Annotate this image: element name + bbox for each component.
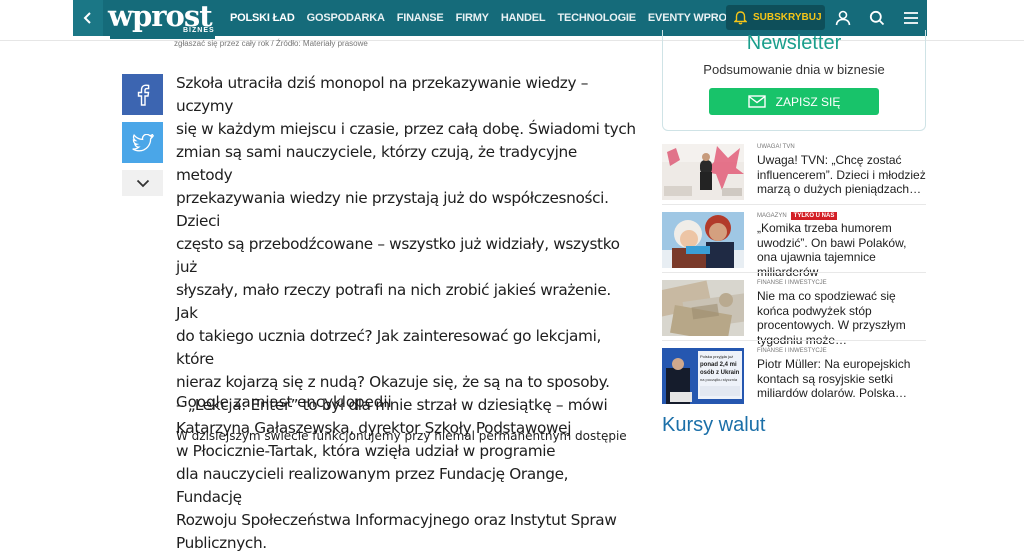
nav-item-technologie[interactable]: TECHNOLOGIE [557, 12, 636, 24]
chevron-left-icon [83, 12, 91, 24]
exclusive-badge: TYLKO U NAS [790, 212, 838, 220]
menu-button[interactable] [896, 3, 926, 33]
back-button[interactable] [73, 0, 103, 36]
related-thumbnail [662, 212, 744, 268]
related-article[interactable]: FINANSE I INWESTYCJE Nie ma co spodziewa… [662, 280, 926, 347]
related-article[interactable]: Polska przyjęła już ponad 2,4 mi osób z … [662, 348, 926, 406]
article-line: zmian są sami nauczyciele, którzy czują,… [176, 143, 577, 184]
related-tag: MAGAZYN TYLKO U NAS [757, 212, 838, 220]
newsletter-title: Newsletter [746, 32, 842, 54]
currency-rates-heading[interactable]: Kursy walut [662, 414, 765, 437]
divider [662, 272, 926, 273]
share-twitter-button[interactable] [122, 122, 163, 163]
article-paragraph: Szkoła utraciła dziś monopol na przekazy… [176, 72, 636, 555]
related-thumbnail: Polska przyjęła już ponad 2,4 mi osób z … [662, 348, 744, 404]
related-tag: FINANSE I INWESTYCJE [757, 280, 827, 286]
related-article[interactable]: UWAGA! TVN Uwaga! TVN: „Chcę zostać infl… [662, 144, 926, 202]
facebook-icon [137, 83, 149, 106]
related-tag: UWAGA! TVN [757, 144, 795, 150]
related-tag-text: MAGAZYN [757, 213, 787, 219]
nav-item-gospodarka[interactable]: GOSPODARKA [307, 12, 385, 24]
user-icon [835, 10, 851, 26]
bell-icon [734, 10, 747, 24]
article-body: Szkoła utraciła dziś monopol na przekazy… [176, 72, 636, 555]
divider [662, 204, 926, 205]
image-caption: zgłaszać się przez cały rok / Źródło: Ma… [174, 39, 368, 48]
share-more-button[interactable] [122, 170, 163, 196]
related-thumbnail [662, 280, 744, 336]
newsletter-signup-button[interactable]: ZAPISZ SIĘ [709, 88, 879, 115]
related-tag-text: UWAGA! TVN [757, 144, 795, 150]
related-title: Piotr Müller: Na europejskich kontach są… [757, 357, 911, 400]
related-title: „Komika trzeba humorem uwodzić”. On bawi… [757, 221, 907, 279]
article-line: nieraz kojarzą się z nudą? Okazuje się, … [176, 373, 610, 391]
newsletter-signup-label: ZAPISZ SIĘ [775, 94, 841, 109]
related-tag: FINANSE I INWESTYCJE [757, 348, 827, 354]
related-tag-text: FINANSE I INWESTYCJE [757, 280, 827, 286]
thumb-headline: Polska przyjęła już [700, 354, 733, 359]
thumb-headline: osób z Ukrain [700, 370, 740, 376]
nav-item-firmy[interactable]: FIRMY [456, 12, 489, 24]
article-line: Publicznych. [176, 534, 267, 552]
article-line: się w każdym miejscu i czasie, przez cał… [176, 120, 636, 138]
account-button[interactable] [828, 3, 858, 33]
search-button[interactable] [862, 3, 892, 33]
logo-subtitle: BIZNES [183, 27, 215, 34]
subscribe-button[interactable]: SUBSKRYBUJ [726, 5, 825, 30]
article-line: słyszały, mało rzeczy potrafi na nich zr… [176, 281, 611, 322]
thumb-headline: ponad 2,4 mi [700, 362, 737, 368]
menu-icon [904, 12, 918, 24]
search-icon [869, 10, 885, 26]
related-tag-text: FINANSE I INWESTYCJE [757, 348, 827, 354]
related-title: Nie ma co spodziewać się końca podwyżek … [757, 289, 906, 347]
share-facebook-button[interactable] [122, 74, 163, 115]
newsletter-box: Newsletter Podsumowanie dnia w biznesie … [662, 30, 926, 131]
nav-item-finanse[interactable]: FINANSE [397, 12, 444, 24]
article-line: Szkoła utraciła dziś monopol na przekazy… [176, 74, 589, 115]
article-line: przekazywania wiedzy nie przystają już d… [176, 189, 609, 230]
nav-item-polski-lad[interactable]: POLSKI ŁAD [230, 12, 295, 24]
article-line: Rozwoju Społeczeństwa Informacyjnego ora… [176, 511, 617, 529]
newsletter-subtitle: Podsumowanie dnia w biznesie [703, 62, 885, 77]
nav-item-handel[interactable]: HANDEL [501, 12, 546, 24]
article-line: do takiego ucznia dotrzeć? Jak zainteres… [176, 327, 602, 368]
article-subheading: Google zamiast encyklopedii [176, 393, 392, 411]
article-paragraph-2: W dzisiejszym świecie funkcjonujemy przy… [176, 429, 627, 443]
divider [662, 340, 926, 341]
thumb-headline: na początku stycznia [700, 377, 738, 382]
wprost-logo[interactable]: wprost BIZNES [108, 0, 215, 36]
envelope-icon [747, 95, 766, 108]
related-title: Uwaga! TVN: „Chcę zostać influencerem”. … [757, 153, 926, 196]
twitter-icon [131, 133, 154, 151]
article-line: często są przebodźcowane – wszystko już … [176, 235, 620, 276]
related-thumbnail [662, 144, 744, 200]
related-article[interactable]: MAGAZYN TYLKO U NAS „Komika trzeba humore… [662, 212, 926, 279]
chevron-down-icon [136, 179, 149, 187]
article-line: dla nauczycieli realizowanym przez Funda… [176, 465, 569, 506]
subscribe-label: SUBSKRYBUJ [753, 12, 822, 23]
